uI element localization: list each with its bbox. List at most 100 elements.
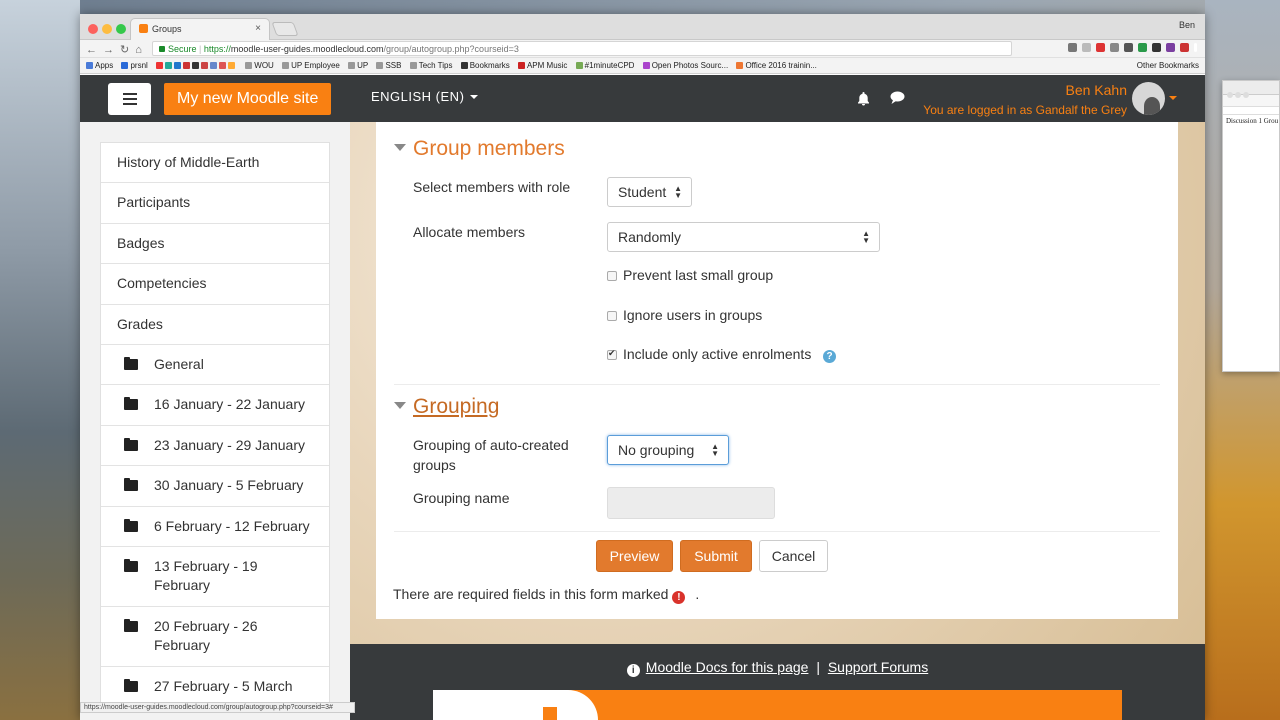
new-tab-button[interactable] (271, 22, 299, 36)
folder-icon (124, 558, 138, 572)
logged-in-as-text: You are logged in as Gandalf the Grey (923, 103, 1127, 117)
user-menu-caret-icon[interactable] (1169, 96, 1177, 100)
site-name-link[interactable]: My new Moodle site (164, 83, 332, 115)
moodle-docs-link[interactable]: Moodle Docs for this page (646, 659, 809, 675)
bookmark-1minutecpd[interactable]: #1minuteCPD (575, 61, 634, 70)
back-icon[interactable]: ← (86, 44, 103, 56)
sidebar-item-course[interactable]: History of Middle-Earth (101, 143, 329, 184)
url-field[interactable]: Secure | https://moodle-user-guides.mood… (152, 41, 1012, 56)
folder-icon (124, 437, 138, 451)
sidebar-item-grades[interactable]: Grades (101, 305, 329, 345)
help-icon[interactable]: ? (823, 350, 836, 363)
support-forums-link[interactable]: Support Forums (828, 659, 928, 675)
page-footer: i Moodle Docs for this page | Support For… (350, 644, 1205, 720)
ignore-users-checkbox[interactable]: Ignore users in groups (607, 307, 762, 323)
sidebar-section-week[interactable]: 16 January - 22 January (101, 385, 329, 426)
background-document-window[interactable]: Discussion 1 Grou (1222, 80, 1280, 372)
submit-button[interactable]: Submit (680, 540, 752, 572)
checkbox-checked[interactable] (607, 348, 617, 360)
required-fields-note: There are required fields in this form m… (393, 586, 700, 604)
zoom-icon[interactable] (1068, 43, 1077, 52)
allocate-members-label: Allocate members (413, 224, 526, 240)
messages-icon[interactable] (890, 91, 905, 107)
zoom-window-button[interactable] (116, 24, 126, 34)
tab-close-icon[interactable]: × (255, 23, 261, 34)
extension-icon[interactable] (1152, 43, 1161, 52)
bookmark-icons[interactable] (156, 61, 237, 70)
grouping-heading[interactable]: Grouping (394, 395, 499, 419)
url-scheme: https:// (203, 44, 231, 54)
extension-icon[interactable] (1138, 43, 1147, 52)
footer-banner (433, 690, 1122, 720)
window-titlebar (1223, 81, 1279, 98)
section-divider (394, 384, 1160, 385)
user-name[interactable]: Ben Kahn (1066, 82, 1128, 98)
bookmark-apm-music[interactable]: APM Music (517, 61, 567, 70)
home-icon[interactable]: ⌂ (135, 44, 148, 56)
grouping-name-input[interactable] (607, 487, 775, 519)
menu-icon[interactable] (1194, 43, 1197, 52)
bookmark-office-2016[interactable]: Office 2016 trainin... (736, 61, 817, 70)
other-bookmarks[interactable]: Other Bookmarks (1137, 61, 1199, 70)
sidebar-section-week[interactable]: 23 January - 29 January (101, 426, 329, 467)
allocate-select[interactable]: Randomly ▲ ▼ (607, 222, 880, 252)
bookmarks-bar: Apps prsnl WOU UP Employee UP SSB Tech T… (80, 58, 1205, 74)
folder-icon (124, 478, 138, 492)
sidebar-section-week[interactable]: 6 February - 12 February (101, 507, 329, 547)
extension-icon[interactable] (1096, 43, 1105, 52)
bookmark-up[interactable]: UP (348, 61, 368, 70)
form-card: Group members Select members with role S… (376, 122, 1178, 619)
include-active-checkbox[interactable]: Include only active enrolments (607, 346, 811, 362)
collapse-triangle-icon (394, 144, 406, 151)
bell-icon[interactable] (857, 92, 870, 106)
avatar[interactable] (1132, 82, 1165, 115)
moodle-logo-icon (543, 707, 557, 720)
bookmark-wou[interactable]: WOU (245, 61, 274, 70)
select-arrows-icon: ▲ ▼ (711, 442, 719, 458)
grouping-autocreated-label: Grouping of auto-created groups (413, 437, 569, 473)
bookmark-apps[interactable]: Apps (86, 61, 113, 70)
sidebar-item-competencies[interactable]: Competencies (101, 264, 329, 305)
group-members-heading[interactable]: Group members (394, 137, 565, 161)
browser-profile-name[interactable]: Ben (1179, 20, 1195, 30)
sidebar-section-week[interactable]: 30 January - 5 February (101, 466, 329, 507)
minimize-window-button[interactable] (102, 24, 112, 34)
star-icon[interactable] (1082, 43, 1091, 52)
url-host: moodle-user-guides.moodlecloud.com (230, 44, 384, 54)
nav-buttons: ←→↻⌂ (86, 43, 148, 56)
drawer-toggle-button[interactable] (108, 83, 151, 115)
extension-icon[interactable] (1110, 43, 1119, 52)
preview-button[interactable]: Preview (596, 540, 673, 572)
bookmark-open-photos[interactable]: Open Photos Sourc... (642, 61, 728, 70)
bookmark-prsnl[interactable]: prsnl (121, 61, 148, 70)
language-menu[interactable]: ENGLISH (EN) (371, 89, 479, 104)
grouping-select[interactable]: No grouping ▲ ▼ (607, 435, 729, 465)
forward-icon[interactable]: → (103, 44, 120, 56)
nav-drawer: History of Middle-Earth Participants Bad… (80, 122, 350, 720)
bookmark-tech-tips[interactable]: Tech Tips (409, 61, 452, 70)
extension-icon[interactable] (1124, 43, 1133, 52)
bookmark-ssb[interactable]: SSB (376, 61, 401, 70)
bookmark-bookmarks[interactable]: Bookmarks (460, 61, 510, 70)
extension-icons (1063, 43, 1197, 54)
extension-icon[interactable] (1166, 43, 1175, 52)
role-select[interactable]: Student ▲ ▼ (607, 177, 692, 207)
reload-icon[interactable]: ↻ (120, 44, 135, 56)
sidebar-item-participants[interactable]: Participants (101, 183, 329, 224)
checkbox[interactable] (607, 271, 617, 281)
sidebar-section-week[interactable]: 20 February - 26 February (101, 607, 329, 667)
browser-tab-groups[interactable]: Groups × (130, 18, 270, 40)
grouping-name-label: Grouping name (413, 490, 510, 506)
sidebar-item-badges[interactable]: Badges (101, 224, 329, 265)
address-bar-row: ←→↻⌂ Secure | https://moodle-user-guides… (80, 40, 1205, 58)
sidebar-section-week[interactable]: 13 February - 19 February (101, 547, 329, 607)
close-window-button[interactable] (88, 24, 98, 34)
extension-icon[interactable] (1180, 43, 1189, 52)
select-arrows-icon: ▲ ▼ (674, 184, 682, 200)
bookmark-up-employee[interactable]: UP Employee (282, 61, 340, 70)
prevent-small-group-checkbox[interactable]: Prevent last small group (607, 267, 773, 283)
sidebar-section-general[interactable]: General (101, 345, 329, 386)
checkbox[interactable] (607, 311, 617, 321)
caret-down-icon (470, 95, 479, 99)
cancel-button[interactable]: Cancel (759, 540, 828, 572)
